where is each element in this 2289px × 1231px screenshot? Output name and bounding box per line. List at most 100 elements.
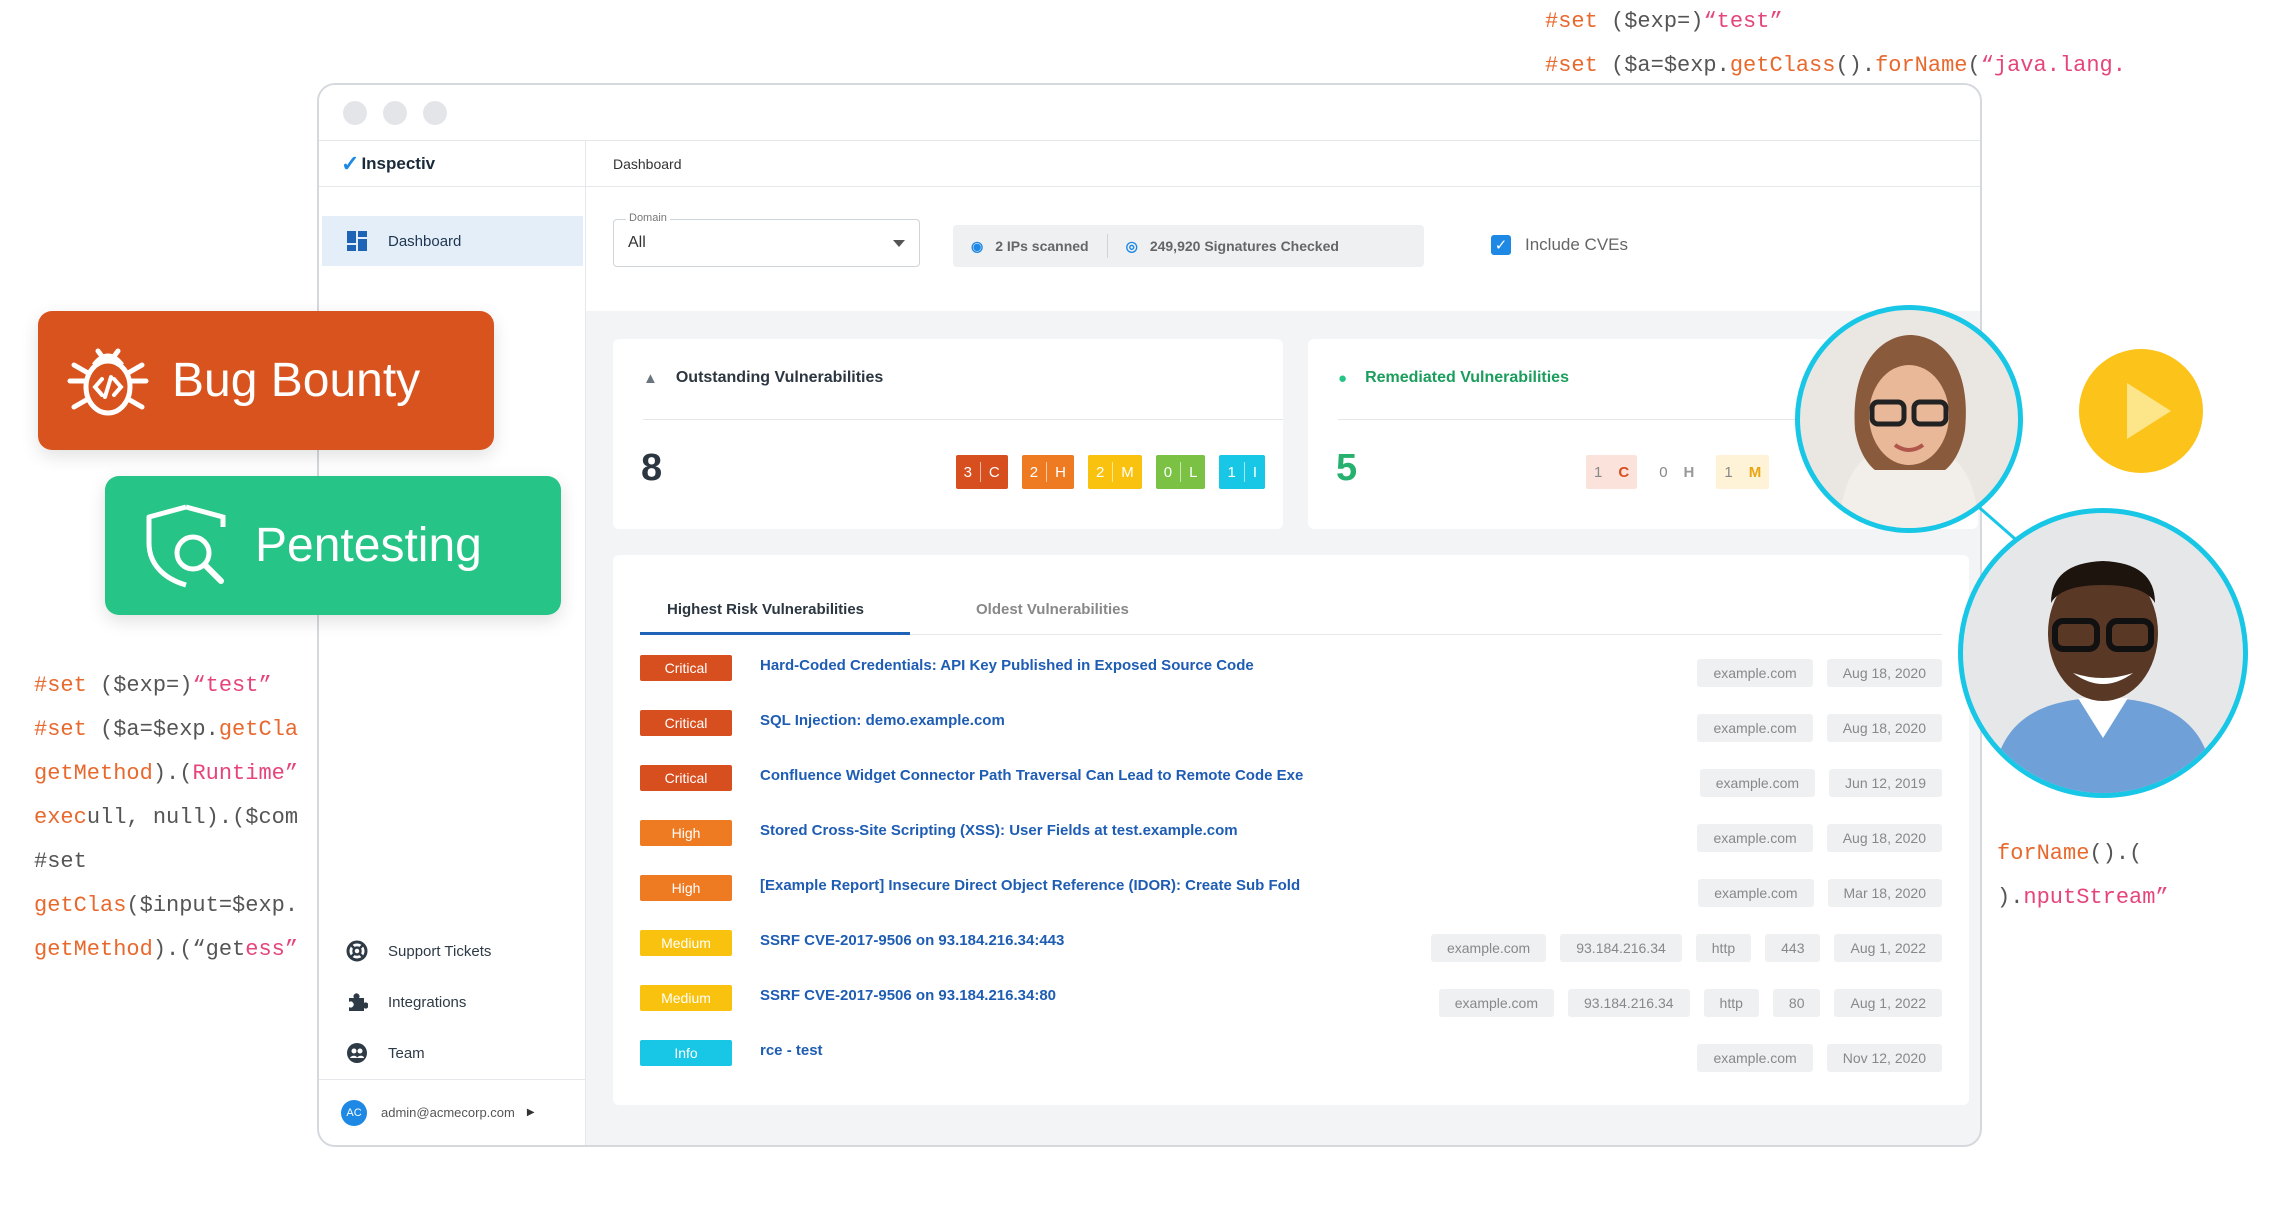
outstanding-severity-badges: 3C2H2M0L1I (955, 455, 1265, 489)
code-line: #set (34, 840, 298, 884)
vulnerability-tags: example.com Mar 18, 2020 (1698, 879, 1942, 907)
domain-select[interactable]: Domain All (613, 212, 920, 267)
code-token: #set (34, 673, 87, 698)
user-photo-woman (1795, 305, 2023, 533)
scan-stats: ◉ 2 IPs scanned ◎ 249,920 Signatures Che… (953, 225, 1424, 267)
signatures-text: 249,920 Signatures Checked (1149, 238, 1339, 254)
outstanding-count: 8 (641, 447, 663, 489)
checkbox-checked-icon: ✓ (1491, 235, 1511, 255)
sidebar: ✓ Inspectiv Dashboard Support Tickets In… (319, 141, 586, 1145)
puzzle-icon (344, 989, 370, 1015)
support-icon (344, 938, 370, 964)
card-divider (1338, 419, 1838, 420)
table-row[interactable]: Critical Confluence Widget Connector Path… (640, 751, 1942, 806)
pentesting-label: Pentesting (255, 519, 482, 572)
severity-count: 2 (1029, 463, 1039, 481)
vulnerability-title-link[interactable]: Hard-Coded Credentials: API Key Publishe… (760, 657, 1254, 674)
severity-count-badge: 1I (1219, 455, 1265, 489)
code-token: ($a=$exp. (86, 717, 219, 742)
vulnerability-tag: Aug 1, 2022 (1834, 934, 1942, 962)
code-token: ($a=$exp. (1597, 53, 1730, 78)
checkmark-logo-icon: ✓ (341, 150, 360, 176)
vulnerability-title-link[interactable]: Confluence Widget Connector Path Travers… (760, 767, 1303, 784)
severity-count-badge: 0H (1651, 455, 1703, 489)
severity-badge: Info (640, 1040, 732, 1066)
window-maximize-dot[interactable] (423, 101, 447, 125)
table-row[interactable]: Medium SSRF CVE-2017-9506 on 93.184.216.3… (640, 971, 1942, 1026)
code-token: ($exp= (86, 673, 180, 698)
vulnerability-title-link[interactable]: SSRF CVE-2017-9506 on 93.184.216.34:443 (760, 932, 1064, 949)
code-token: (). (1835, 53, 1876, 78)
code-token: forName (1875, 53, 1968, 78)
play-button[interactable] (2079, 349, 2203, 473)
vulnerability-tag: http (1703, 989, 1759, 1017)
code-line: #set ($exp=)“test” (1545, 0, 2126, 44)
code-snippet-right: forName().().nputStream” (1997, 832, 2169, 920)
severity-letter: L (1189, 463, 1198, 481)
card-divider (643, 419, 1283, 420)
table-row[interactable]: High Stored Cross-Site Scripting (XSS): U… (640, 806, 1942, 861)
vulnerability-title-link[interactable]: SSRF CVE-2017-9506 on 93.184.216.34:80 (760, 987, 1056, 1004)
severity-letter: H (1683, 463, 1695, 481)
code-token: ( (179, 761, 193, 786)
domain-select-label: Domain (626, 212, 670, 224)
brand-logo[interactable]: ✓ Inspectiv (319, 141, 585, 187)
code-token: ($input=$exp. (126, 893, 299, 918)
code-token: getCla (218, 717, 299, 742)
vulnerability-title-link[interactable]: Stored Cross-Site Scripting (XSS): User … (760, 822, 1238, 839)
severity-letter: I (1252, 463, 1257, 481)
sidebar-item-team[interactable]: Team (322, 1028, 583, 1078)
code-token: ). (1997, 885, 2024, 910)
include-cves-checkbox[interactable]: ✓ Include CVEs (1491, 235, 1628, 255)
severity-letter: H (1055, 463, 1066, 481)
vulnerability-title-link[interactable]: rce - test (760, 1042, 823, 1059)
severity-count: 1 (1594, 463, 1603, 481)
sidebar-item-dashboard[interactable]: Dashboard (322, 216, 583, 266)
vulnerability-tag: 80 (1772, 989, 1821, 1017)
vulnerability-title-link[interactable]: SQL Injection: demo.example.com (760, 712, 1005, 729)
code-token: (). (2089, 841, 2130, 866)
severity-letter: M (1748, 463, 1762, 481)
vulnerability-tag: example.com (1438, 989, 1555, 1017)
code-token: #set (34, 849, 87, 874)
vulnerability-tag: Mar 18, 2020 (1827, 879, 1942, 907)
bug-bounty-badge: Bug Bounty (38, 311, 494, 450)
breadcrumb: Dashboard (586, 141, 1980, 187)
sidebar-item-integrations[interactable]: Integrations (322, 977, 583, 1027)
vulnerability-tag: 443 (1765, 934, 1821, 962)
team-icon (344, 1040, 370, 1066)
severity-count: 1 (1724, 463, 1733, 481)
table-row[interactable]: Medium SSRF CVE-2017-9506 on 93.184.216.3… (640, 916, 1942, 971)
code-token: ($exp= (1597, 9, 1691, 34)
severity-count: 3 (963, 463, 972, 481)
code-line: ).nputStream” (1997, 876, 2169, 920)
window-close-dot[interactable] (343, 101, 367, 125)
code-token: “test” (192, 673, 272, 698)
code-line: #set ($a=$exp.getClass().forName(“java.l… (1545, 44, 2126, 88)
tab-oldest[interactable]: Oldest Vulnerabilities (976, 601, 1129, 618)
shield-search-icon (146, 504, 226, 587)
code-line: execull, null).($com (34, 796, 298, 840)
code-line: forName().( (1997, 832, 2169, 876)
user-menu[interactable]: AC admin@acmecorp.com ▶ (319, 1079, 586, 1145)
outstanding-vulnerabilities-card: ▲ Outstanding Vulnerabilities 8 3C2H2M0L… (613, 339, 1283, 529)
vulnerability-tag: 93.184.216.34 (1568, 989, 1690, 1017)
table-row[interactable]: High [Example Report] Insecure Direct Obj… (640, 861, 1942, 916)
table-row[interactable]: Critical Hard-Coded Credentials: API Key … (640, 641, 1942, 696)
window-minimize-dot[interactable] (383, 101, 407, 125)
severity-count: 2 (1095, 463, 1105, 481)
severity-badge: Critical (640, 710, 732, 736)
tab-highest-risk[interactable]: Highest Risk Vulnerabilities (667, 601, 864, 618)
vulnerability-title-link[interactable]: [Example Report] Insecure Direct Object … (760, 877, 1300, 894)
vulnerability-tag: http (1695, 934, 1752, 962)
vulnerability-tags: example.com Jun 12, 2019 (1699, 769, 1942, 797)
caret-right-icon: ▶ (526, 1107, 535, 1118)
include-cves-label: Include CVEs (1525, 235, 1628, 254)
table-row[interactable]: Info rce - test example.com Nov 12, 2020 (640, 1026, 1942, 1081)
table-row[interactable]: Critical SQL Injection: demo.example.com e… (640, 696, 1942, 751)
card-title-text: Outstanding Vulnerabilities (675, 369, 884, 386)
remediated-severity-badges: 1C0H1M (1586, 455, 1770, 489)
sidebar-item-support-tickets[interactable]: Support Tickets (322, 926, 583, 976)
pentesting-badge: Pentesting (105, 476, 561, 615)
code-token: nputStream” (2023, 885, 2169, 910)
